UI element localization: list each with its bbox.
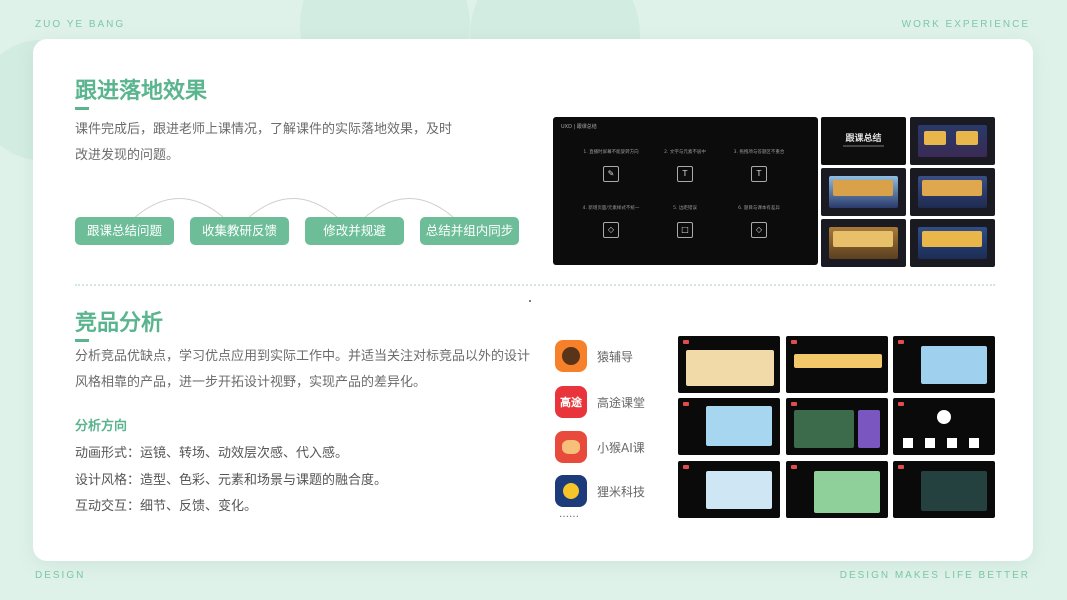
square-icon: □ bbox=[677, 222, 693, 238]
competitor-screenshot bbox=[786, 336, 888, 393]
brand-yuanfudao: 猿辅导 bbox=[555, 340, 633, 372]
corner-label-top-left: ZUO YE BANG bbox=[35, 19, 126, 30]
summary-cell: 2. 文字与元素不居中 T bbox=[655, 149, 715, 189]
list-item: 互动交互：细节、反馈、变化。 bbox=[75, 499, 258, 514]
corner-label-bottom-right: DESIGN MAKES LIFE BETTER bbox=[839, 570, 1030, 581]
brand-name: 狸米科技 bbox=[597, 484, 646, 499]
competitor-screenshot bbox=[893, 461, 995, 518]
corner-label-top-right: WORK EXPERIENCE bbox=[901, 19, 1030, 30]
little-monkey-logo-icon bbox=[555, 431, 587, 463]
step-collect-feedback: 收集教研反馈 bbox=[190, 217, 289, 245]
brand-name: 猿辅导 bbox=[597, 349, 634, 364]
competitor-screenshot bbox=[893, 398, 995, 455]
section2-line1: 分析竞品优缺点，学习优点应用到实际工作中。并适当关注对标竞品以外的设计 bbox=[75, 349, 531, 364]
section-title-competitor-analysis: 竞品分析 bbox=[75, 311, 164, 336]
text-icon: T bbox=[677, 166, 693, 182]
list-item: 设计风格：造型、色彩、元素和场景与课题的融合度。 bbox=[75, 472, 388, 488]
brand-name: 小猴AI课 bbox=[597, 440, 645, 455]
section-divider bbox=[75, 284, 995, 286]
summary-cell: 3. 拖拽项与答题区不重合 T bbox=[729, 149, 789, 189]
section2-line2: 风格相靠的产品，进一步开拓设计视野，实现产品的差异化。 bbox=[75, 375, 427, 390]
lesson-thumbnail bbox=[821, 168, 906, 216]
corner-label-bottom-left: DESIGN bbox=[35, 570, 86, 581]
summary-cell: 4. 新增页面/元素样式不统一 ◇ bbox=[581, 205, 641, 245]
screenshot-header: UXD | 跟课总结 bbox=[561, 124, 597, 130]
competitor-screenshot bbox=[678, 398, 780, 455]
thumbnail-title: 跟课总结 bbox=[845, 134, 882, 144]
analysis-direction-heading: 分析方向 bbox=[75, 419, 128, 434]
section2-description: 分析竞品优缺点，学习优点应用到实际工作中。并适当关注对标竞品以外的设计 风格相靠… bbox=[75, 344, 530, 396]
step-summarize-issues: 跟课总结问题 bbox=[75, 217, 174, 245]
gaotu-logo-icon: 高途 bbox=[555, 386, 587, 418]
summary-cell: 1. 直播时屏幕不能旋转方向 ✎ bbox=[581, 149, 641, 189]
brand-limi: 狸米科技 bbox=[555, 475, 645, 507]
brand-name: 高途课堂 bbox=[597, 395, 646, 410]
competitor-screenshot bbox=[786, 461, 888, 518]
list-item: 动画形式：运镜、转场、动效层次感、代入感。 bbox=[75, 446, 349, 461]
competitor-screenshot bbox=[893, 336, 995, 393]
analysis-list: 动画形式：运镜、转场、动效层次感、代入感。 设计风格：造型、色彩、元素和场景与课… bbox=[75, 441, 387, 521]
text-icon: T bbox=[751, 166, 767, 182]
brand-gaotu: 高途 高途课堂 bbox=[555, 386, 645, 418]
competitor-screenshot bbox=[678, 336, 780, 393]
lesson-thumbnail bbox=[910, 117, 995, 165]
monkey-logo-icon bbox=[555, 340, 587, 372]
step-fix-avoid: 修改并规避 bbox=[305, 217, 404, 245]
content-card: 跟进落地效果 课件完成后，跟进老师上课情况，了解课件的实际落地效果，及时 改进发… bbox=[33, 39, 1033, 561]
brands-more: …… bbox=[559, 509, 579, 520]
summary-title-thumbnail: 跟课总结 bbox=[821, 117, 906, 165]
title-underline bbox=[75, 339, 89, 342]
decorative-dot bbox=[529, 300, 531, 302]
course-summary-screenshot: UXD | 跟课总结 1. 直播时屏幕不能旋转方向 ✎ 2. 文字与元素不居中 T … bbox=[553, 117, 818, 265]
competitor-screenshot bbox=[678, 461, 780, 518]
book-icon: ◇ bbox=[751, 222, 767, 238]
brand-xiaohou: 小猴AI课 bbox=[555, 431, 645, 463]
layers-icon: ◇ bbox=[603, 222, 619, 238]
limi-logo-icon bbox=[555, 475, 587, 507]
lesson-thumbnail bbox=[821, 219, 906, 267]
summary-cell: 5. 边距错误 □ bbox=[655, 205, 715, 245]
process-arcs bbox=[132, 198, 454, 220]
lesson-thumbnail bbox=[910, 168, 995, 216]
step-sync-team: 总结并组内同步 bbox=[420, 217, 519, 245]
pencil-icon: ✎ bbox=[603, 166, 619, 182]
summary-cell: 6. 题目与课本有差异 ◇ bbox=[729, 205, 789, 245]
competitor-screenshot bbox=[786, 398, 888, 455]
lesson-thumbnail bbox=[910, 219, 995, 267]
